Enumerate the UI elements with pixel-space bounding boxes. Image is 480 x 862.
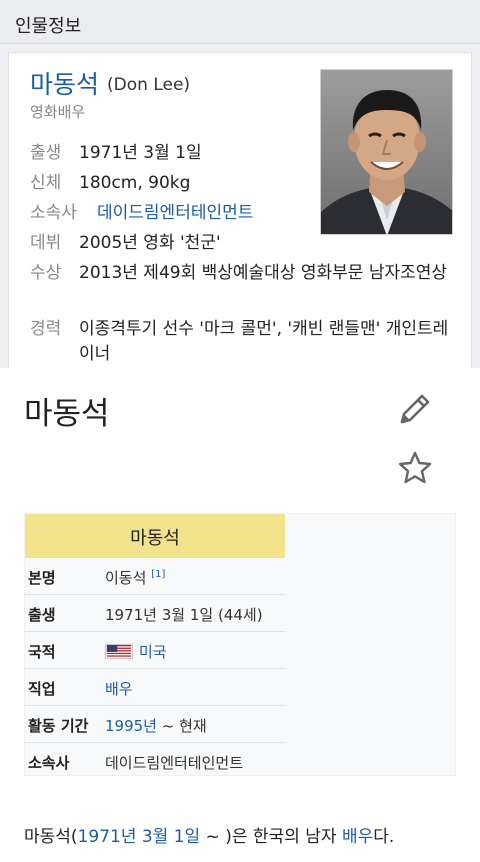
fact-label: 수상 [30, 263, 62, 283]
person-occupation: 영화배우 [30, 103, 86, 121]
nationality-link[interactable]: 미국 [139, 643, 167, 661]
portrait-image [321, 70, 452, 234]
infobox-value: 미국 [105, 641, 167, 662]
lead-text: ~ )은 한국의 남자 [200, 827, 342, 847]
infobox-row-real-name: 본명 이동석 [1] [25, 558, 285, 595]
lead-end: 다. [373, 827, 395, 847]
fact-value: 1971년 3월 1일 [79, 143, 202, 163]
active-years-rest: ~ 현재 [156, 717, 207, 735]
infobox-row-agency: 소속사 데이드림엔터테인먼트 [25, 743, 285, 780]
edit-icon[interactable] [396, 390, 434, 428]
lead-paragraph: 마동석(1971년 3월 1일 ~ )은 한국의 남자 배우다. [24, 822, 394, 847]
infobox-row-birth: 출생 1971년 3월 1일 (44세) [25, 595, 285, 632]
infobox-row-nationality: 국적 미국 [25, 632, 285, 669]
person-panel-header: 인물정보 [0, 0, 480, 44]
fact-value: 2013년 제49회 백상예술대상 영화부문 남자조연상 [79, 263, 448, 283]
infobox-header: 마동석 [25, 514, 285, 558]
fact-label: 경력 [30, 319, 62, 339]
infobox-row-occupation: 직업 배우 [25, 669, 285, 706]
fact-label: 소속사 [30, 203, 77, 223]
actor-link[interactable]: 배우 [342, 827, 373, 847]
fact-value: 2005년 영화 '천군' [79, 233, 221, 253]
infobox-title: 마동석 [130, 528, 180, 549]
citation-link[interactable]: [1] [151, 569, 165, 580]
infobox-label: 출생 [28, 606, 56, 624]
infobox: 마동석 본명 이동석 [1] 출생 1971년 3월 1일 (44세) 국적 미… [24, 513, 456, 776]
infobox-value: 이동석 [1] [105, 567, 165, 588]
infobox-label: 소속사 [28, 754, 70, 772]
real-name-value: 이동석 [105, 569, 147, 587]
lead-subject: 마동석 [24, 827, 71, 847]
infobox-label: 직업 [28, 680, 56, 698]
birthdate-link[interactable]: 1971년 3월 1일 [78, 827, 201, 847]
person-panel-title: 인물정보 [15, 16, 82, 37]
occupation-link[interactable]: 배우 [105, 678, 133, 699]
infobox-value: 1971년 3월 1일 (44세) [105, 606, 263, 624]
infobox-value: 데이드림엔터테인먼트 [105, 754, 244, 772]
us-flag-icon [105, 644, 133, 659]
person-name-link[interactable]: 마동석 [30, 70, 99, 99]
active-year-link[interactable]: 1995년 [105, 717, 157, 735]
fact-label: 신체 [30, 173, 62, 193]
article-title: 마동석 [24, 396, 110, 432]
fact-value: 이종격투기 선수 '마크 콜먼', '캐빈 랜들맨' 개인트레이너 [79, 319, 449, 364]
person-panel: 마동석 (Don Lee) 영화배우 출생 1971년 3월 1일 신체 180… [8, 52, 472, 368]
fact-value: 180cm, 90kg [79, 173, 191, 193]
person-name-row: 마동석 (Don Lee) [30, 65, 190, 101]
infobox-label: 활동 기간 [28, 717, 89, 735]
lead-open-paren: ( [70, 827, 78, 847]
fact-label: 데뷔 [30, 233, 62, 253]
fact-label: 출생 [30, 143, 62, 163]
infobox-value: 1995년 ~ 현재 [105, 715, 207, 736]
infobox-row-active-years: 활동 기간 1995년 ~ 현재 [25, 706, 285, 743]
person-photo[interactable] [320, 69, 453, 235]
infobox-label: 국적 [28, 643, 56, 661]
infobox-label: 본명 [28, 569, 56, 587]
star-icon[interactable] [396, 449, 434, 487]
person-english-name: (Don Lee) [107, 75, 191, 95]
agency-link[interactable]: 데이드림엔터테인먼트 [97, 201, 253, 226]
